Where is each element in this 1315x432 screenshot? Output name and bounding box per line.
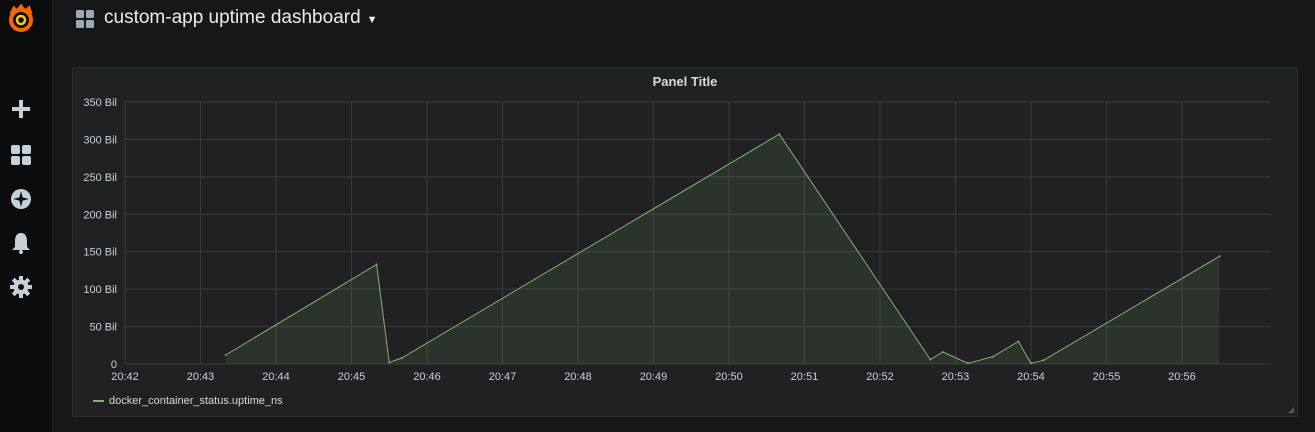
plus-icon[interactable]	[9, 97, 33, 121]
grafana-logo-icon[interactable]	[6, 4, 36, 34]
y-tick-label: 200 Bil	[83, 209, 117, 221]
y-tick-label: 250 Bil	[83, 172, 117, 184]
data-point	[941, 350, 945, 354]
dashboard-header: custom-app uptime dashboard ▼	[52, 0, 1315, 40]
panel-title[interactable]: Panel Title	[73, 74, 1297, 89]
data-point	[224, 353, 227, 357]
x-tick-label: 20:53	[942, 371, 970, 383]
graph-panel: 0 50 Bil 100 Bil 150 Bil 200 Bil 250 Bil 300 B…	[72, 67, 1298, 417]
legend-swatch	[93, 400, 104, 402]
x-tick-label: 20:50	[715, 371, 743, 383]
data-point	[991, 355, 995, 358]
data-point	[375, 263, 378, 266]
data-point	[778, 132, 781, 136]
configuration-gear-icon[interactable]	[9, 275, 33, 299]
series-area	[225, 134, 1220, 364]
x-tick-label: 20:45	[338, 371, 366, 383]
data-point	[1017, 340, 1020, 343]
x-tick-label: 20:43	[187, 371, 215, 383]
data-point	[929, 358, 932, 361]
y-tick-label: 0	[111, 359, 117, 371]
x-tick-label: 20:54	[1017, 371, 1045, 383]
data-point	[1042, 359, 1045, 362]
x-tick-label: 20:56	[1168, 371, 1196, 383]
legend-item[interactable]: docker_container_status.uptime_ns	[93, 395, 283, 407]
x-tick-label: 20:52	[866, 371, 894, 383]
data-point	[1029, 362, 1033, 365]
dashboard-title: custom-app uptime dashboard	[104, 7, 361, 28]
x-tick-label: 20:47	[489, 371, 517, 383]
data-point	[966, 362, 970, 365]
x-tick-label: 20:49	[640, 371, 668, 383]
graph-chart[interactable]: 0 50 Bil 100 Bil 150 Bil 200 Bil 250 Bil 300 B…	[73, 68, 1297, 416]
sidebar	[0, 0, 53, 432]
x-tick-label: 20:42	[111, 371, 139, 383]
data-point	[388, 361, 391, 364]
dashboard-grid-icon[interactable]	[76, 10, 94, 28]
panel-resize-handle[interactable]	[1288, 407, 1294, 413]
y-tick-label: 350 Bil	[83, 97, 117, 109]
data-point	[1218, 255, 1221, 258]
x-tick-label: 20:44	[262, 371, 290, 383]
dashboards-icon[interactable]	[9, 143, 33, 167]
caret-down-icon: ▼	[366, 14, 378, 26]
data-point	[400, 356, 404, 360]
alerting-bell-icon[interactable]	[9, 231, 33, 255]
explore-compass-icon[interactable]	[9, 187, 33, 211]
x-tick-label: 20:55	[1093, 371, 1121, 383]
y-tick-label: 100 Bil	[83, 284, 117, 296]
x-tick-label: 20:51	[791, 371, 819, 383]
y-tick-label: 300 Bil	[83, 134, 117, 146]
dashboard-title-picker[interactable]: custom-app uptime dashboard ▼	[104, 7, 378, 29]
y-tick-label: 50 Bil	[89, 322, 117, 334]
x-tick-label: 20:46	[413, 371, 441, 383]
legend-series-name: docker_container_status.uptime_ns	[109, 395, 283, 407]
x-tick-label: 20:48	[564, 371, 592, 383]
y-tick-label: 150 Bil	[83, 247, 117, 259]
